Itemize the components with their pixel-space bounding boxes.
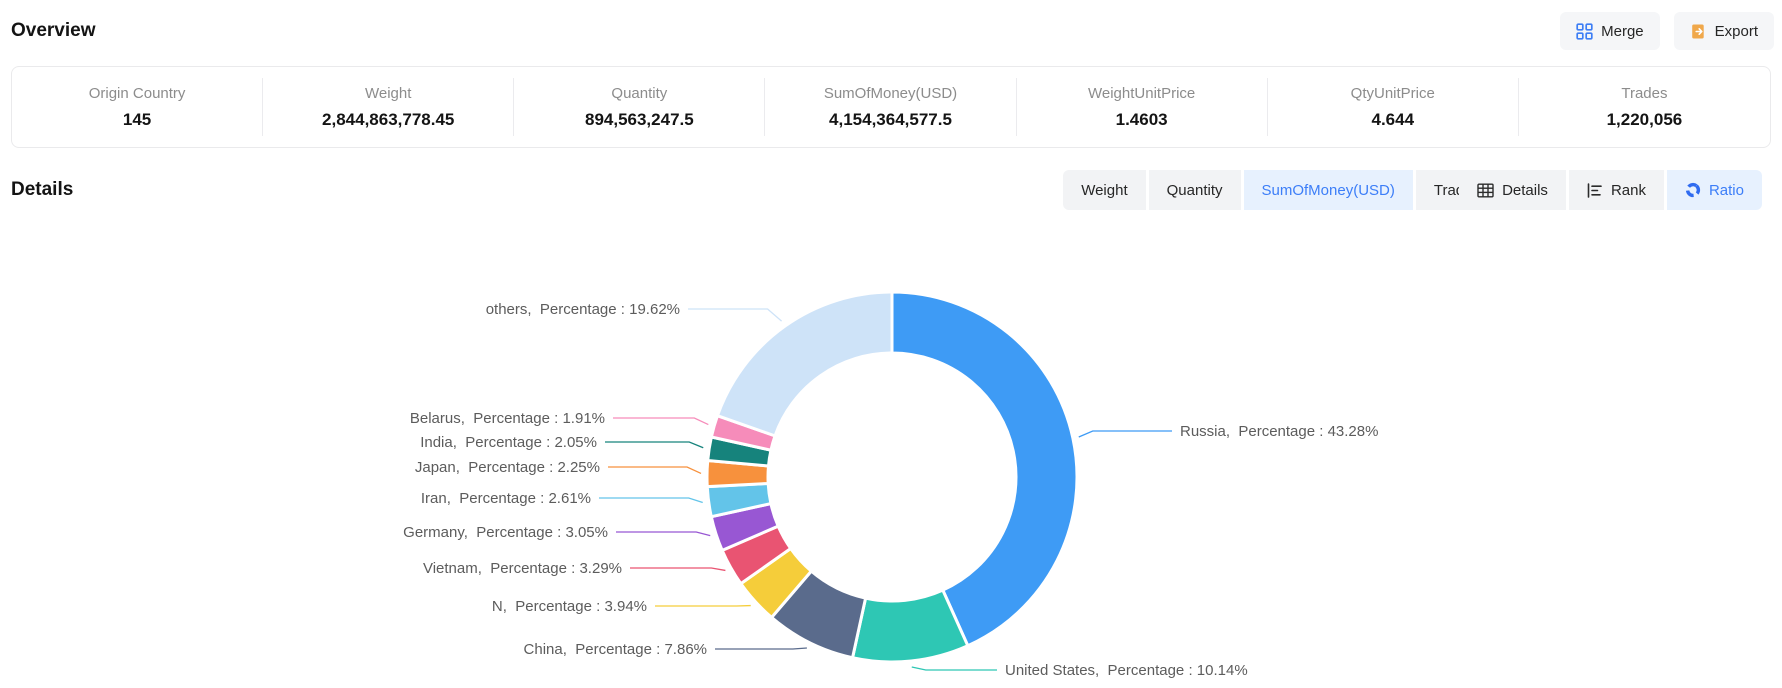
leader-line-china — [715, 648, 807, 649]
ratio-donut-chart: Russia, Percentage : 43.28% United States… — [0, 220, 1782, 688]
metric-tabs: WeightQuantitySumOfMoney(USD)Trades — [1063, 170, 1498, 210]
slice-label-united-states: United States, Percentage : 10.14% — [1005, 662, 1248, 679]
stat-label: QtyUnitPrice — [1351, 85, 1435, 102]
export-icon — [1690, 23, 1707, 40]
stat-label: Weight — [365, 85, 411, 102]
stat-value: 1.4603 — [1116, 110, 1168, 130]
stat-value: 1,220,056 — [1607, 110, 1683, 130]
stat-trades: Trades 1,220,056 — [1519, 78, 1770, 136]
slice-label-belarus: Belarus, Percentage : 1.91% — [410, 410, 605, 427]
donut-icon — [1685, 182, 1701, 198]
leader-line-vietnam — [630, 568, 725, 570]
stat-label: WeightUnitPrice — [1088, 85, 1195, 102]
top-buttons: Merge Export — [1560, 12, 1774, 50]
slice-label-n: N, Percentage : 3.94% — [492, 598, 647, 615]
slice-label-vietnam: Vietnam, Percentage : 3.29% — [423, 560, 622, 577]
donut-slice-russia[interactable] — [892, 292, 1077, 646]
view-rank[interactable]: Rank — [1569, 170, 1664, 210]
slice-label-others: others, Percentage : 19.62% — [486, 301, 680, 318]
view-label: Rank — [1611, 182, 1646, 199]
merge-icon — [1576, 23, 1593, 40]
slice-label-china: China, Percentage : 7.86% — [524, 641, 707, 658]
tab-sumofmoney-usd[interactable]: SumOfMoney(USD) — [1244, 170, 1413, 210]
merge-button[interactable]: Merge — [1560, 12, 1660, 50]
stat-label: Origin Country — [89, 85, 186, 102]
view-label: Details — [1502, 182, 1548, 199]
stat-value: 145 — [123, 110, 151, 130]
page-title: Overview — [11, 20, 96, 42]
stat-label: Trades — [1621, 85, 1667, 102]
donut-slice-others[interactable] — [717, 292, 892, 436]
details-section-title: Details — [11, 170, 73, 210]
stat-quantity: Quantity 894,563,247.5 — [514, 78, 765, 136]
tab-quantity[interactable]: Quantity — [1149, 170, 1241, 210]
stat-weight: Weight 2,844,863,778.45 — [263, 78, 514, 136]
leader-line-india — [605, 442, 703, 448]
tab-weight[interactable]: Weight — [1063, 170, 1145, 210]
table-icon — [1477, 183, 1494, 198]
merge-button-label: Merge — [1601, 23, 1644, 40]
stat-qtyunitprice: QtyUnitPrice 4.644 — [1268, 78, 1519, 136]
leader-line-belarus — [613, 418, 708, 425]
view-label: Ratio — [1709, 182, 1744, 199]
stat-label: SumOfMoney(USD) — [824, 85, 957, 102]
rank-icon — [1587, 183, 1603, 198]
stat-value: 4.644 — [1372, 110, 1415, 130]
slice-label-russia: Russia, Percentage : 43.28% — [1180, 423, 1378, 440]
leader-line-united-states — [912, 667, 997, 670]
leader-line-iran — [599, 498, 703, 503]
stat-value: 894,563,247.5 — [585, 110, 694, 130]
stat-origin-country: Origin Country 145 — [12, 78, 263, 136]
leader-line-others — [688, 309, 782, 321]
slice-label-japan: Japan, Percentage : 2.25% — [415, 459, 600, 476]
stat-label: Quantity — [611, 85, 667, 102]
slice-label-india: India, Percentage : 2.05% — [420, 434, 597, 451]
slice-label-iran: Iran, Percentage : 2.61% — [421, 490, 591, 507]
leader-line-germany — [616, 532, 710, 536]
stat-value: 4,154,364,577.5 — [829, 110, 952, 130]
slice-label-germany: Germany, Percentage : 3.05% — [403, 524, 608, 541]
stat-sumofmoney-usd: SumOfMoney(USD) 4,154,364,577.5 — [765, 78, 1016, 136]
export-button-label: Export — [1715, 23, 1758, 40]
stat-weightunitprice: WeightUnitPrice 1.4603 — [1017, 78, 1268, 136]
overview-stats-card: Origin Country 145 Weight 2,844,863,778.45 Q… — [11, 66, 1771, 148]
view-details[interactable]: Details — [1459, 170, 1566, 210]
view-ratio[interactable]: Ratio — [1667, 170, 1762, 210]
leader-line-russia — [1079, 431, 1172, 437]
stat-value: 2,844,863,778.45 — [322, 110, 454, 130]
export-button[interactable]: Export — [1674, 12, 1774, 50]
view-switch: Details Rank Ratio — [1459, 170, 1762, 210]
leader-line-japan — [608, 467, 701, 473]
